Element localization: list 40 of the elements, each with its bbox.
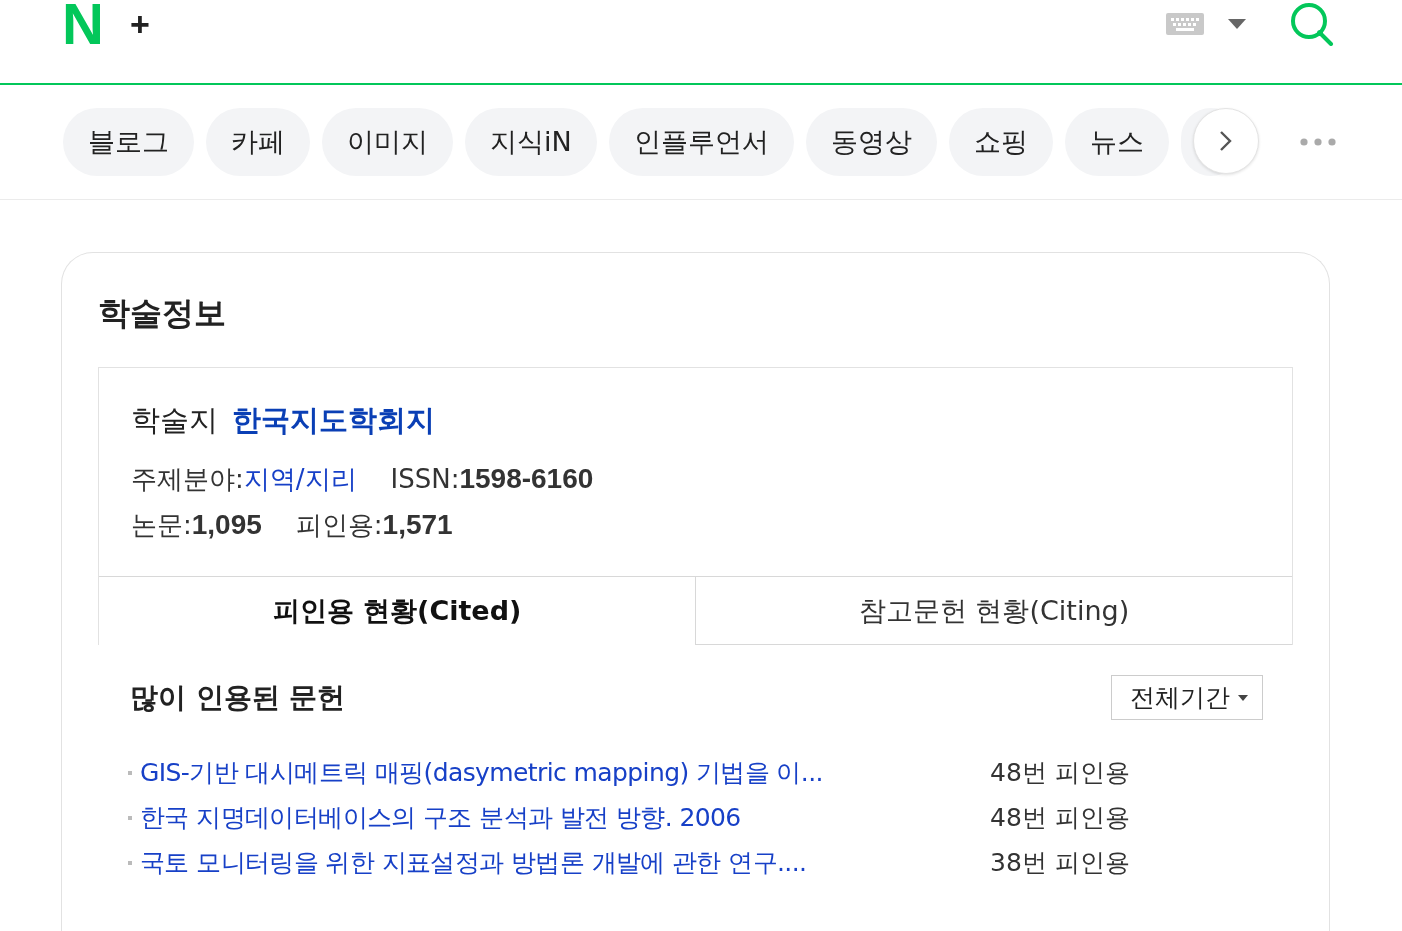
- papers-label: 논문:: [131, 510, 192, 540]
- field-link[interactable]: 지역/지리: [243, 464, 357, 494]
- paper-link[interactable]: GIS-기반 대시메트릭 매핑(dasymetric mapping) 기법을 이...: [140, 756, 990, 789]
- next-button[interactable]: [1193, 108, 1259, 174]
- paper-link[interactable]: 국토 모니터링을 위한 지표설정과 방법론 개발에 관한 연구....: [140, 846, 990, 879]
- caret-icon[interactable]: [1228, 19, 1246, 29]
- category-chip[interactable]: 블로그: [63, 108, 194, 176]
- tab[interactable]: 참고문헌 현황(Citing): [696, 576, 1292, 645]
- search-icon[interactable]: [1290, 2, 1334, 46]
- bullet-icon: [128, 770, 132, 775]
- citation-count: 48번 피인용: [990, 757, 1130, 789]
- bullet-icon: [128, 815, 132, 820]
- journal-link[interactable]: 한국지도학회지: [232, 403, 435, 437]
- caret-icon: [1238, 694, 1248, 701]
- section-title: 학술정보: [98, 293, 227, 334]
- category-chip[interactable]: 카페: [206, 108, 310, 176]
- category-chip[interactable]: 뉴스: [1064, 108, 1169, 176]
- more-icon[interactable]: [1300, 138, 1336, 146]
- add-button[interactable]: +: [125, 4, 154, 44]
- paper-link[interactable]: 한국 지명데이터베이스의 구조 분석과 발전 방향. 2006: [140, 801, 990, 834]
- list-title: 많이 인용된 문헌: [130, 679, 346, 716]
- keyboard-icon[interactable]: [1166, 13, 1204, 35]
- cited-label: 피인용:: [295, 510, 383, 540]
- journal-label: 학술지: [131, 403, 218, 437]
- chevron-right-icon: [1219, 130, 1233, 152]
- field-label: 주제분야:: [131, 464, 244, 494]
- citation-count: 48번 피인용: [990, 802, 1130, 834]
- citation-count: 38번 피인용: [990, 847, 1130, 879]
- category-chip[interactable]: 동영상: [805, 108, 937, 176]
- period-dropdown[interactable]: 전체기간: [1111, 675, 1263, 720]
- category-chip[interactable]: 쇼핑: [948, 108, 1053, 176]
- bullet-icon: [128, 860, 132, 865]
- tab[interactable]: 피인용 현황(Cited): [99, 576, 696, 645]
- category-chip[interactable]: 인플루언서: [608, 108, 794, 176]
- category-chip[interactable]: 이미지: [322, 108, 453, 176]
- category-chip[interactable]: 지식iN: [465, 108, 597, 176]
- issn-value: 1598-6160: [459, 463, 594, 494]
- cited-value: 1,571: [382, 509, 453, 540]
- issn-label: ISSN:: [390, 464, 460, 494]
- papers-value: 1,095: [191, 509, 262, 540]
